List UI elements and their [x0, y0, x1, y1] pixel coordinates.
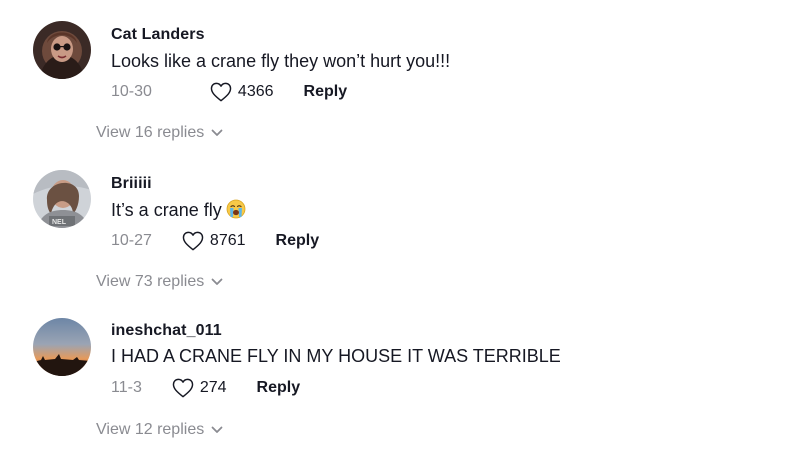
like-count: 8761 [209, 232, 246, 249]
comment-item: Cat Landers Looks like a crane fly they … [0, 0, 800, 150]
like-button[interactable]: 274 [172, 378, 227, 398]
comment-text: It’s a crane fly [111, 199, 246, 221]
view-replies-button[interactable]: View 73 replies [96, 273, 223, 291]
chevron-down-icon [211, 426, 223, 433]
comment-meta-row: 10-27 8761 Reply [111, 229, 319, 253]
comment-date: 10-27 [111, 232, 152, 249]
comment-item: NEL Briiiii It’s a crane fly 10-27 8761 … [0, 150, 800, 300]
reply-button[interactable]: Reply [257, 379, 301, 397]
comment-item: ineshchat_011 I HAD A CRANE FLY IN MY HO… [0, 300, 800, 458]
chevron-down-icon [211, 278, 223, 285]
comment-meta: 11-3 274 Reply [111, 376, 300, 400]
comment-date: 11-3 [111, 379, 142, 396]
avatar-image [33, 21, 91, 79]
comment-text: I HAD A CRANE FLY IN MY HOUSE IT WAS TER… [111, 346, 561, 366]
like-button[interactable]: 8761 [182, 231, 246, 251]
reply-button[interactable]: Reply [276, 232, 320, 250]
loudly-crying-face-icon [226, 199, 246, 219]
svg-text:NEL: NEL [52, 219, 67, 226]
like-count: 4366 [237, 83, 274, 100]
avatar[interactable] [33, 21, 91, 79]
reply-button[interactable]: Reply [304, 83, 348, 101]
comment-username[interactable]: Cat Landers [111, 26, 205, 44]
comment-date: 10-30 [111, 83, 152, 100]
view-replies-label: View 16 replies [96, 124, 205, 141]
comment-text-body: It’s a crane fly [111, 200, 222, 220]
heart-outline-icon [210, 82, 232, 102]
view-replies-button[interactable]: View 16 replies [96, 124, 223, 142]
avatar-image: NEL [33, 170, 91, 228]
comment-text: Looks like a crane fly they won’t hurt y… [111, 51, 451, 71]
heart-outline-icon [172, 378, 194, 398]
view-replies-label: View 12 replies [96, 421, 205, 438]
heart-outline-icon [182, 231, 204, 251]
avatar[interactable]: NEL [33, 170, 91, 228]
avatar-image [33, 318, 91, 376]
like-button[interactable]: 4366 [210, 82, 274, 102]
comment-meta: 10-30 4366 Reply [111, 80, 347, 104]
view-replies-button[interactable]: View 12 replies [96, 421, 223, 439]
comment-username[interactable]: Briiiii [111, 175, 152, 193]
avatar[interactable] [33, 318, 91, 376]
chevron-down-icon [211, 129, 223, 136]
like-count: 274 [199, 379, 227, 396]
view-replies-label: View 73 replies [96, 273, 205, 290]
comment-username[interactable]: ineshchat_011 [111, 322, 222, 340]
